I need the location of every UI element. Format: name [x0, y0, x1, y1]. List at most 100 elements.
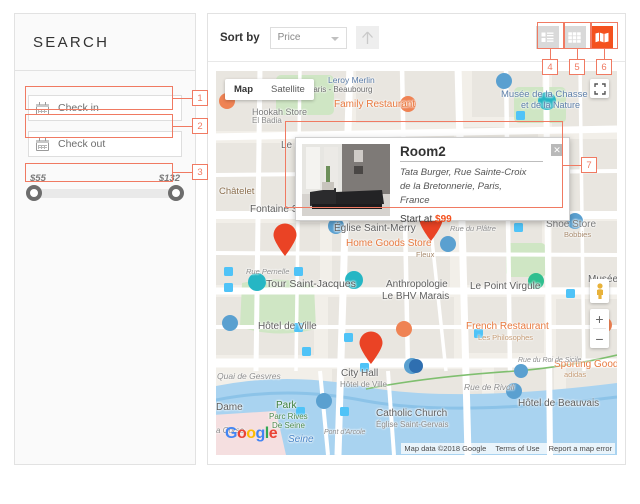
zoom-control[interactable]: + −	[590, 309, 609, 348]
street-view-pegman-icon	[596, 282, 603, 299]
callout-badge-4: 4	[542, 59, 558, 75]
map-label: et de la Nature	[521, 100, 581, 110]
zoom-out-button[interactable]: −	[590, 329, 609, 348]
map-label: Rue du Roi de Sicile	[518, 357, 582, 364]
map-label: Paris - Beaubourg	[308, 85, 373, 94]
room-title: Room2	[400, 144, 544, 162]
sort-direction-button[interactable]	[355, 26, 379, 49]
map-label: Pont d'Arcole	[324, 429, 366, 436]
report-map-error-link[interactable]: Report a map error	[549, 444, 612, 453]
map-label: Bobbies	[564, 230, 592, 239]
slider-track[interactable]	[26, 185, 184, 201]
map-label: Parc Rives	[269, 412, 308, 421]
checkout-label: Check out	[58, 138, 106, 150]
info-window-body: Room2 Tata Burger, Rue Sainte-Croix de l…	[390, 144, 563, 225]
room-price: Start at $99	[400, 214, 563, 225]
fullscreen-icon	[593, 82, 606, 95]
map-type-control[interactable]: Map Satellite	[225, 79, 314, 100]
callout-badge-2: 2	[192, 118, 208, 134]
sort-select-value: Price	[277, 32, 301, 43]
map-label: Quai de Gesvres	[217, 371, 281, 381]
app-root: SEARCH Check in Check out $55 $132 Sort …	[0, 0, 640, 504]
map-view-button[interactable]	[590, 26, 613, 49]
map-label: Rue Pernelle	[246, 267, 290, 276]
room-photo-icon	[302, 144, 390, 216]
price-range-slider[interactable]: $55 $132	[15, 167, 195, 201]
calendar-icon	[36, 137, 49, 151]
map-label: Le Point Virgule	[470, 281, 541, 292]
calendar-icon	[36, 101, 49, 115]
map-label: Hôtel de Ville	[258, 321, 317, 332]
close-icon[interactable]: ✕	[551, 144, 563, 156]
price-value: $99	[435, 214, 452, 226]
map-label: Rue de Rivoli	[464, 382, 515, 392]
date-fields: Check in Check out	[15, 71, 195, 157]
map-label: Le BHV Marais	[382, 291, 450, 302]
map-label: Rue du Plâtre	[450, 224, 496, 233]
map-label: Catholic Church	[376, 408, 448, 419]
map-label: Tour Saint-Jacques	[266, 278, 356, 290]
google-logo: Google	[225, 425, 278, 442]
map-pin-3[interactable]	[358, 331, 384, 365]
price-range-labels: $55 $132	[28, 173, 182, 186]
grid-view-icon	[568, 32, 581, 43]
map-label: adidas	[564, 370, 587, 379]
list-view-icon	[541, 32, 554, 42]
map-label: Dame	[216, 402, 243, 413]
callout-line-4	[550, 49, 551, 59]
map-label: Seine	[288, 434, 314, 445]
map-type-satellite[interactable]: Satellite	[262, 79, 314, 100]
callout-line-7	[563, 165, 581, 166]
callout-badge-3: 3	[192, 164, 208, 180]
room-address: Tata Burger, Rue Sainte-Croix de la Bret…	[400, 167, 527, 206]
callout-badge-5: 5	[569, 59, 585, 75]
map-label: El Badia	[252, 116, 282, 125]
map-label: Park	[276, 400, 297, 411]
search-panel: SEARCH Check in Check out $55 $132	[14, 13, 196, 465]
map-view-icon	[595, 32, 608, 43]
map-label: Châtelet	[219, 186, 255, 197]
callout-line-5	[577, 49, 578, 59]
price-min-label: $55	[30, 173, 46, 184]
map-label: Hôtel de Ville	[340, 380, 387, 389]
map-attribution: Map data ©2018 Google Terms of Use Repor…	[401, 443, 615, 454]
map-label: Musée de la Chasse	[501, 89, 588, 100]
map-label: City Hall	[341, 368, 379, 379]
list-view-button[interactable]	[536, 26, 559, 49]
sort-bar: Sort by Price	[208, 14, 625, 62]
map-label: Leroy Merlin	[328, 75, 375, 85]
page-title: SEARCH	[33, 34, 110, 51]
sort-select[interactable]: Price	[269, 26, 347, 49]
price-max-label: $132	[158, 173, 180, 184]
map-label: Family Restaurant	[334, 99, 416, 110]
sort-by-label: Sort by	[220, 31, 260, 44]
map-label: Église Saint-Gervais	[376, 420, 449, 429]
map-type-map[interactable]: Map	[225, 79, 262, 100]
map-label: Fleux	[416, 250, 435, 259]
checkin-label: Check in	[58, 102, 99, 114]
slider-handle-min[interactable]	[26, 185, 42, 201]
callout-line-2	[173, 126, 192, 127]
chevron-down-icon	[330, 36, 339, 41]
checkin-field[interactable]: Check in	[28, 95, 182, 121]
info-window[interactable]: Room2 Tata Burger, Rue Sainte-Croix de l…	[295, 137, 570, 225]
zoom-in-button[interactable]: +	[590, 309, 609, 328]
callout-line-3	[173, 172, 192, 173]
map-canvas[interactable]: Leroy Merlin Paris - Beaubourg Family Rest…	[216, 71, 617, 455]
callout-badge-6: 6	[596, 59, 612, 75]
checkout-field[interactable]: Check out	[28, 131, 182, 157]
callout-line-1	[173, 98, 192, 99]
map-label: Hôtel de Beauvais	[518, 398, 600, 409]
fullscreen-button[interactable]	[590, 79, 609, 98]
terms-of-use-link[interactable]: Terms of Use	[495, 444, 539, 453]
map-label: French Restaurant	[466, 321, 549, 332]
map-label: Anthropologie	[386, 279, 448, 290]
grid-view-button[interactable]	[563, 26, 586, 49]
callout-line-6	[604, 49, 605, 59]
map-pin-1[interactable]	[272, 223, 298, 257]
slider-handle-max[interactable]	[168, 185, 184, 201]
callout-badge-1: 1	[192, 90, 208, 106]
arrow-up-icon	[361, 31, 373, 44]
map-label: Les Philosophes	[478, 333, 534, 342]
street-view-button[interactable]	[590, 279, 609, 303]
